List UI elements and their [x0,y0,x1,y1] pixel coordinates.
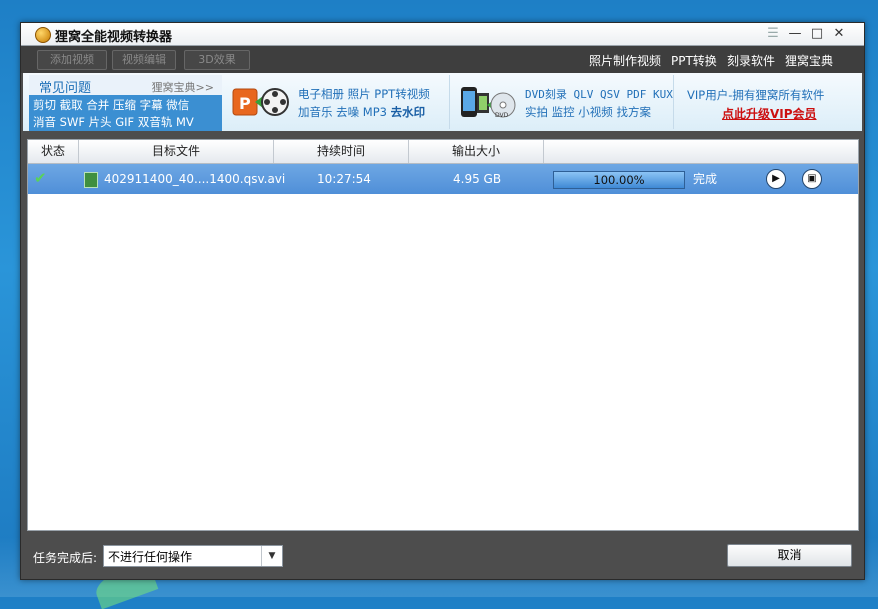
3d-effect-button[interactable]: 3D效果 [184,50,250,70]
row-file-name: 402911400_40....1400.qsv.avi [104,172,286,186]
ppt-film-icon[interactable]: P [231,85,289,119]
svg-text:P: P [239,94,251,113]
faq-more-link[interactable]: 狸窝宝典>> [152,79,214,95]
faq-header: 常见问题 狸窝宝典>> [29,75,222,96]
app-title: 狸窝全能视频转换器 [55,30,173,45]
check-icon: ✔ [34,169,47,187]
edit-video-button[interactable]: 视频编辑 [112,50,176,70]
upgrade-vip-link[interactable]: 点此升级VIP会员 [722,105,817,122]
folder-icon[interactable]: ▣ [802,169,822,189]
header-status[interactable]: 状态 [28,140,79,163]
dropdown-arrow-icon[interactable]: ▼ [261,546,282,566]
toolbar: 添加视频 视频编辑 3D效果 照片制作视频 PPT转换 刻录软件 狸窝宝典 [21,46,864,73]
promo-dvd-line1[interactable]: DVD刻录 QLV QSV PDF KUX [525,86,673,102]
row-duration: 10:27:54 [317,172,371,186]
close-icon[interactable]: ✕ [829,25,849,43]
row-progress-bar: 100.00% [553,171,685,189]
cancel-button[interactable]: 取消 [727,544,852,567]
svg-text:DVD: DVD [495,112,509,119]
app-icon [35,27,51,43]
faq-row-1[interactable]: 剪切 截取 合并 压缩 字幕 微信 [33,97,189,113]
faq-links: 剪切 截取 合并 压缩 字幕 微信 消音 SWF 片头 GIF 双音轨 MV [29,95,222,131]
minimize-icon[interactable]: — [785,25,805,43]
photo-to-video-link[interactable]: 照片制作视频 [589,52,661,69]
header-progress [544,140,858,163]
promo-ppt-line2[interactable]: 加音乐 去噪 MP3 去水印 [298,104,425,120]
table-header: 状态 目标文件 持续时间 输出大小 [28,140,858,164]
faq-panel: 常见问题 狸窝宝典>> 剪切 截取 合并 压缩 字幕 微信 消音 SWF 片头 … [29,75,222,131]
table-row[interactable]: ✔ 402911400_40....1400.qsv.avi 10:27:54 … [28,164,858,194]
film-file-icon [84,172,98,188]
faq-row-2[interactable]: 消音 SWF 片头 GIF 双音轨 MV [33,114,194,130]
liwo-guide-link[interactable]: 狸窝宝典 [785,52,833,69]
after-task-label: 任务完成后: [33,551,98,565]
promo-remove-watermark: 去水印 [390,105,426,119]
title-bar: 狸窝全能视频转换器 ☰ — □ ✕ [21,23,864,46]
phone-dvd-icon[interactable]: DVD [459,85,517,121]
app-window: 狸窝全能视频转换器 ☰ — □ ✕ 添加视频 视频编辑 3D效果 照片制作视频 … [20,22,865,580]
play-icon[interactable]: ▶ [766,169,786,189]
promo-ppt-line1[interactable]: 电子相册 照片 PPT转视频 [298,86,430,102]
promo-divider-1 [449,75,450,129]
add-video-button[interactable]: 添加视频 [37,50,107,70]
task-list: 状态 目标文件 持续时间 输出大小 ✔ 402911400_40....1400… [27,139,859,531]
row-status-text: 完成 [693,172,718,186]
progress-text: 100.00% [593,173,645,187]
row-size: 4.95 GB [453,172,502,186]
promo-dvd-line2[interactable]: 实拍 监控 小视频 找方案 [525,104,651,120]
ppt-convert-link[interactable]: PPT转换 [671,52,717,69]
promo-ppt-line2-text: 加音乐 去噪 MP3 [298,105,391,119]
promo-divider-2 [673,75,674,129]
menu-icon[interactable]: ☰ [763,25,783,43]
after-task-value: 不进行任何操作 [108,550,193,564]
header-target-file[interactable]: 目标文件 [79,140,274,163]
maximize-icon[interactable]: □ [807,25,827,43]
vip-promo-text[interactable]: VIP用户-拥有狸窝所有软件 [687,87,824,103]
faq-title[interactable]: 常见问题 [39,77,91,96]
header-output-size[interactable]: 输出大小 [409,140,544,163]
after-task-select[interactable]: 不进行任何操作 ▼ [103,545,283,567]
header-duration[interactable]: 持续时间 [274,140,409,163]
burn-software-link[interactable]: 刻录软件 [727,52,775,69]
